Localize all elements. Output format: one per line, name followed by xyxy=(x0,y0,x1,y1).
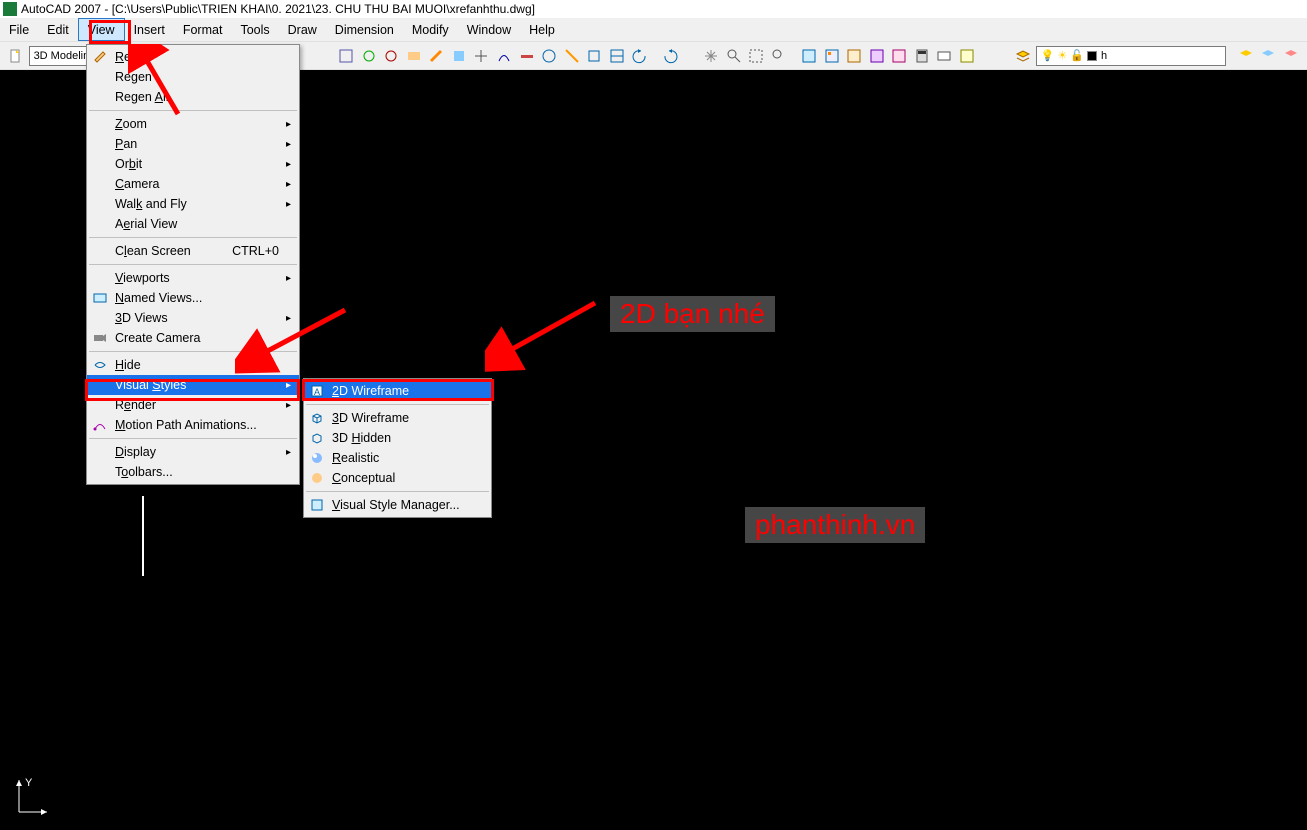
menu-edit[interactable]: Edit xyxy=(38,18,78,41)
menu-zoom[interactable]: Zoom▸ xyxy=(87,114,299,134)
tool-icon[interactable] xyxy=(494,45,515,67)
toolbar-icon[interactable] xyxy=(957,45,978,67)
title-bar: AutoCAD 2007 - [C:\Users\Public\TRIEN KH… xyxy=(0,0,1307,18)
tool-icon[interactable] xyxy=(381,45,402,67)
crosshair xyxy=(142,496,144,576)
tool-icon[interactable] xyxy=(358,45,379,67)
properties-icon[interactable] xyxy=(799,45,820,67)
annotation-text: 2D bạn nhé xyxy=(610,296,775,332)
menu-regen-all[interactable]: Regen All xyxy=(87,87,299,107)
calc-icon[interactable] xyxy=(912,45,933,67)
menu-3d-wireframe[interactable]: 3D Wireframe xyxy=(304,408,491,428)
layer-name: h xyxy=(1101,50,1107,62)
menu-walk-fly[interactable]: Walk and Fly▸ xyxy=(87,194,299,214)
menu-create-camera[interactable]: Create Camera xyxy=(87,328,299,348)
tool-icon[interactable] xyxy=(336,45,357,67)
menu-bar: File Edit View Insert Format Tools Draw … xyxy=(0,18,1307,42)
pan-icon[interactable] xyxy=(701,45,722,67)
view-menu-dropdown: Redraw Regen Regen All Zoom▸ Pan▸ Orbit▸… xyxy=(86,44,300,485)
ucs-icon: Y xyxy=(3,772,53,827)
menu-redraw[interactable]: Redraw xyxy=(87,47,299,67)
tool-icon[interactable] xyxy=(516,45,537,67)
menu-pan[interactable]: Pan▸ xyxy=(87,134,299,154)
menu-format[interactable]: Format xyxy=(174,18,232,41)
menu-display[interactable]: Display▸ xyxy=(87,442,299,462)
menu-view[interactable]: View xyxy=(78,18,125,41)
color-swatch xyxy=(1087,51,1097,61)
tool-icon[interactable] xyxy=(426,45,447,67)
menu-regen[interactable]: Regen xyxy=(87,67,299,87)
menu-render[interactable]: Render▸ xyxy=(87,395,299,415)
tool-icon[interactable] xyxy=(404,45,425,67)
menu-3d-hidden[interactable]: 3D Hidden xyxy=(304,428,491,448)
zoom-icon[interactable] xyxy=(723,45,744,67)
app-icon xyxy=(3,2,17,16)
menu-orbit[interactable]: Orbit▸ xyxy=(87,154,299,174)
menu-clean-screen[interactable]: Clean ScreenCTRL+0 xyxy=(87,241,299,261)
undo-icon[interactable] xyxy=(629,45,650,67)
layer-dropdown[interactable]: 💡 ☀ 🔓 h xyxy=(1036,46,1226,66)
tool-icon[interactable] xyxy=(561,45,582,67)
layer-icon[interactable] xyxy=(1258,45,1279,67)
svg-text:Y: Y xyxy=(25,777,33,789)
tool-icon[interactable] xyxy=(539,45,560,67)
toolpalette-icon[interactable] xyxy=(844,45,865,67)
tool-icon[interactable] xyxy=(607,45,628,67)
layerprops-icon[interactable] xyxy=(1013,45,1034,67)
watermark-text: phanthinh.vn xyxy=(745,507,925,543)
menu-motion-path[interactable]: Motion Path Animations... xyxy=(87,415,299,435)
zoom-window-icon[interactable] xyxy=(746,45,767,67)
sheetset-icon[interactable] xyxy=(866,45,887,67)
menu-modify[interactable]: Modify xyxy=(403,18,458,41)
lock-icon: 🔓 xyxy=(1070,49,1084,62)
svg-text:A: A xyxy=(314,387,320,397)
menu-file[interactable]: File xyxy=(0,18,38,41)
menu-realistic[interactable]: Realistic xyxy=(304,448,491,468)
menu-draw[interactable]: Draw xyxy=(279,18,326,41)
layer-icon[interactable] xyxy=(1280,45,1301,67)
tool-icon[interactable] xyxy=(471,45,492,67)
menu-2d-wireframe[interactable]: A2D Wireframe xyxy=(304,381,491,401)
bulb-on-icon: 💡 xyxy=(1041,49,1055,62)
zoom-prev-icon[interactable] xyxy=(769,45,790,67)
menu-visual-styles[interactable]: Visual Styles▸ xyxy=(87,375,299,395)
menu-toolbars[interactable]: Toolbars... xyxy=(87,462,299,482)
menu-3d-views[interactable]: 3D Views▸ xyxy=(87,308,299,328)
menu-conceptual[interactable]: Conceptual xyxy=(304,468,491,488)
menu-viewports[interactable]: Viewports▸ xyxy=(87,268,299,288)
window-title: AutoCAD 2007 - [C:\Users\Public\TRIEN KH… xyxy=(21,2,535,16)
menu-vs-manager[interactable]: Visual Style Manager... xyxy=(304,495,491,515)
menu-dimension[interactable]: Dimension xyxy=(326,18,403,41)
menu-hide[interactable]: Hide xyxy=(87,355,299,375)
markup-icon[interactable] xyxy=(889,45,910,67)
dcenter-icon[interactable] xyxy=(821,45,842,67)
menu-insert[interactable]: Insert xyxy=(125,18,174,41)
qnew-icon[interactable] xyxy=(6,45,27,67)
toolbar-icon[interactable] xyxy=(934,45,955,67)
tool-icon[interactable] xyxy=(584,45,605,67)
redo-icon[interactable] xyxy=(661,45,682,67)
menu-camera[interactable]: Camera▸ xyxy=(87,174,299,194)
menu-tools[interactable]: Tools xyxy=(231,18,278,41)
menu-help[interactable]: Help xyxy=(520,18,564,41)
menu-aerial[interactable]: Aerial View xyxy=(87,214,299,234)
menu-window[interactable]: Window xyxy=(458,18,520,41)
tool-icon[interactable] xyxy=(449,45,470,67)
sun-icon: ☀ xyxy=(1057,49,1067,62)
visual-styles-submenu: A2D Wireframe 3D Wireframe 3D Hidden Rea… xyxy=(303,378,492,518)
layer-icon[interactable] xyxy=(1235,45,1256,67)
menu-named-views[interactable]: Named Views... xyxy=(87,288,299,308)
